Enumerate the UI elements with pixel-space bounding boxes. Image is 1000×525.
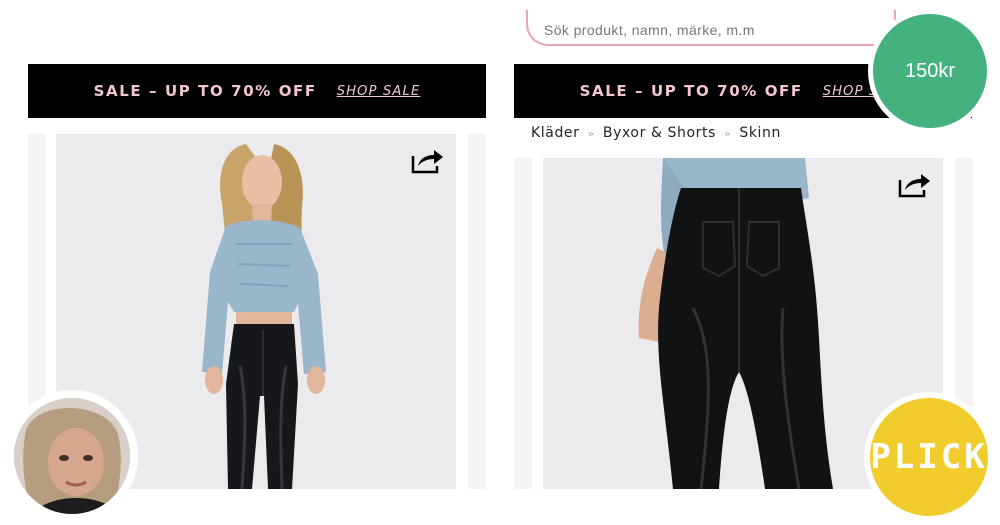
avatar-image xyxy=(6,390,138,522)
avatar[interactable] xyxy=(6,390,138,522)
share-icon[interactable] xyxy=(410,148,444,174)
search-placeholder: Sök produkt, namn, märke, m.m xyxy=(544,22,755,38)
sale-text: SALE – UP TO 70% OFF xyxy=(579,82,803,100)
sale-text: SALE – UP TO 70% OFF xyxy=(93,82,317,100)
carousel-edge-left xyxy=(514,158,532,489)
carousel-edge-right xyxy=(468,134,486,489)
shop-sale-link[interactable]: SHOP SALE xyxy=(337,84,421,99)
sale-banner-left[interactable]: SALE – UP TO 70% OFF SHOP SALE xyxy=(28,64,486,118)
share-icon[interactable] xyxy=(897,172,931,198)
plick-button[interactable]: PLICK xyxy=(864,392,994,522)
price-badge: 150kr xyxy=(868,9,992,133)
breadcrumb-item-byxor-shorts[interactable]: Byxor & Shorts xyxy=(603,125,716,141)
breadcrumb-separator: » xyxy=(724,126,732,140)
breadcrumb-item-klader[interactable]: Kläder xyxy=(531,125,580,141)
breadcrumb-separator: » xyxy=(587,126,595,140)
search-input[interactable]: Sök produkt, namn, märke, m.m xyxy=(526,10,896,46)
breadcrumb: Kläder » Byxor & Shorts » Skinn xyxy=(531,125,781,141)
breadcrumb-item-skinn[interactable]: Skinn xyxy=(739,125,781,141)
